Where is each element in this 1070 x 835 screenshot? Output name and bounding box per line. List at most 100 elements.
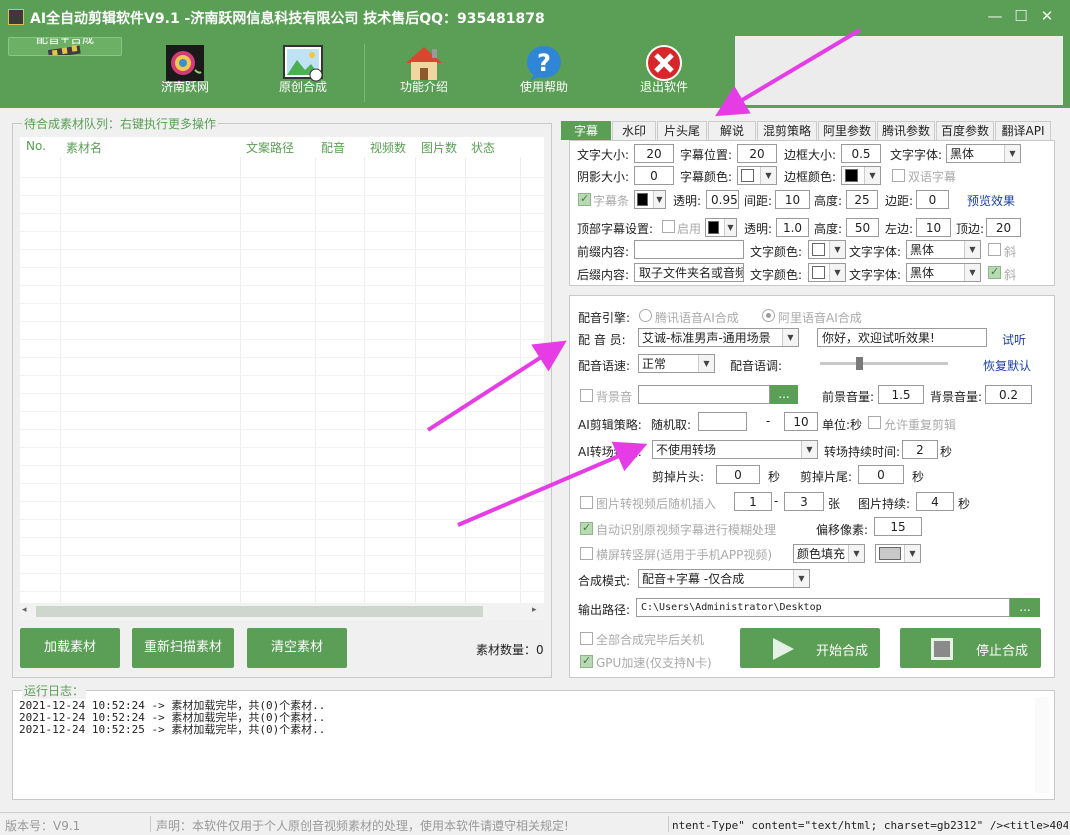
- tab-subtitle[interactable]: 字幕: [561, 121, 611, 140]
- top-opacity-input[interactable]: 1.0: [776, 218, 809, 237]
- bg-volume-input[interactable]: 0.2: [985, 385, 1032, 404]
- shadow-size-input[interactable]: 0: [634, 166, 674, 185]
- subtitle-bar-color-picker[interactable]: ▼: [634, 190, 666, 209]
- font-select[interactable]: 黑体 ▼: [946, 144, 1021, 163]
- top-height-input[interactable]: 50: [846, 218, 879, 237]
- pitch-slider[interactable]: [820, 357, 948, 370]
- table-row-line: [20, 483, 544, 484]
- clear-material-button[interactable]: 清空素材: [247, 628, 347, 668]
- voice-select[interactable]: 艾诚-标准男声-通用场景 ▼: [638, 328, 799, 347]
- engine-tencent-radio[interactable]: [639, 309, 652, 322]
- maximize-button[interactable]: ☐: [1011, 6, 1031, 26]
- bar-opacity-input[interactable]: 0.95: [706, 190, 739, 209]
- chevron-down-icon: ▼: [829, 264, 845, 281]
- bar-height-input[interactable]: 25: [846, 190, 878, 209]
- bgm-path-input[interactable]: [638, 385, 770, 404]
- output-browse-button[interactable]: ...: [1010, 598, 1040, 617]
- image-duration-input[interactable]: 4: [916, 492, 954, 511]
- start-compose-button[interactable]: 开始合成: [740, 628, 880, 668]
- bgm-browse-button[interactable]: ...: [770, 385, 798, 404]
- subtitle-bar-checkbox[interactable]: [578, 192, 591, 206]
- tab-intro-outro[interactable]: 片头尾: [657, 121, 707, 140]
- engine-ali-radio[interactable]: [762, 309, 775, 322]
- font-size-input[interactable]: 20: [634, 144, 674, 163]
- shutdown-checkbox[interactable]: [580, 632, 593, 645]
- toolbar-feature-intro[interactable]: 功能介绍: [367, 37, 481, 103]
- gpu-label: GPU加速(仅支持N卡): [596, 656, 712, 670]
- toolbar-jinan-yuewang[interactable]: 济南跃网: [128, 37, 242, 103]
- scroll-left-arrow[interactable]: ◂: [22, 605, 27, 615]
- image-to-input[interactable]: 3: [784, 492, 824, 511]
- stop-compose-button[interactable]: 停止合成: [900, 628, 1041, 668]
- tab-ali-params[interactable]: 阿里参数: [818, 121, 876, 140]
- pitch-slider-thumb[interactable]: [856, 357, 864, 370]
- table-row-line: [20, 555, 544, 556]
- tab-mix-strategy[interactable]: 混剪策略: [757, 121, 817, 140]
- prefix-font-select[interactable]: 黑体 ▼: [906, 240, 981, 259]
- random-from-input[interactable]: [698, 412, 747, 431]
- auto-blur-checkbox[interactable]: [580, 521, 593, 535]
- output-path-input[interactable]: C:\Users\Administrator\Desktop: [636, 598, 1010, 617]
- listen-link[interactable]: 试听: [1002, 331, 1026, 348]
- suffix-font-select[interactable]: 黑体 ▼: [906, 263, 981, 282]
- subtitle-position-input[interactable]: 20: [737, 144, 777, 163]
- tab-baidu-params[interactable]: 百度参数: [936, 121, 994, 140]
- suffix-input[interactable]: 取子文件夹名或音频: [634, 263, 744, 282]
- close-button[interactable]: ✕: [1037, 6, 1057, 26]
- image-to-video-checkbox[interactable]: [580, 496, 593, 509]
- toolbar-dub-compose[interactable]: 配音+合成: [8, 37, 122, 56]
- fg-volume-input[interactable]: 1.5: [878, 385, 924, 404]
- top-subtitle-enable-checkbox[interactable]: [662, 220, 675, 233]
- random-to-input[interactable]: 10: [784, 412, 818, 431]
- tab-translate-api[interactable]: 翻译API: [995, 121, 1051, 140]
- prefix-italic-checkbox[interactable]: [988, 243, 1001, 256]
- preview-effect-link[interactable]: 预览效果: [967, 192, 1015, 209]
- tab-narration[interactable]: 解说: [708, 121, 756, 140]
- run-log-panel[interactable]: 2021-12-24 10:52:24 -> 素材加载完毕，共(0)个素材.. …: [12, 690, 1055, 800]
- load-material-button[interactable]: 加载素材: [20, 628, 120, 668]
- border-size-input[interactable]: 0.5: [841, 144, 881, 163]
- scroll-right-arrow[interactable]: ▸: [532, 605, 537, 615]
- cut-head-input[interactable]: 0: [716, 465, 760, 484]
- queue-table[interactable]: No. 素材名 文案路径 配音 视频数 图片数 状态: [20, 137, 544, 607]
- fill-mode-select[interactable]: 颜色填充 ▼: [793, 544, 865, 563]
- rescan-material-button[interactable]: 重新扫描素材: [132, 628, 234, 668]
- toolbar-help[interactable]: ? 使用帮助: [487, 37, 601, 103]
- tab-tencent-params[interactable]: 腾讯参数: [877, 121, 935, 140]
- transition-time-input[interactable]: 2: [902, 440, 938, 459]
- subtitle-color-picker[interactable]: ▼: [737, 166, 777, 185]
- transition-select[interactable]: 不使用转场 ▼: [652, 440, 818, 459]
- offset-input[interactable]: 15: [874, 517, 922, 536]
- bar-spacing-input[interactable]: 10: [775, 190, 810, 209]
- fill-color-picker[interactable]: ▼: [875, 544, 921, 563]
- cut-tail-input[interactable]: 0: [858, 465, 904, 484]
- bgm-checkbox[interactable]: [580, 389, 593, 402]
- top-left-input[interactable]: 10: [916, 218, 951, 237]
- queue-horizontal-scrollbar[interactable]: ◂ ▸: [20, 603, 544, 620]
- image-from-input[interactable]: 1: [734, 492, 772, 511]
- toolbar-exit[interactable]: 退出软件: [607, 37, 721, 103]
- top-subtitle-color-picker[interactable]: ▼: [705, 218, 737, 237]
- test-text-input[interactable]: 你好，欢迎试听效果!: [817, 328, 987, 347]
- suffix-color-picker[interactable]: ▼: [808, 263, 846, 282]
- prefix-input[interactable]: [634, 240, 744, 259]
- prefix-color-picker[interactable]: ▼: [808, 240, 846, 259]
- portrait-checkbox[interactable]: [580, 547, 593, 560]
- top-top-input[interactable]: 20: [986, 218, 1021, 237]
- bilingual-checkbox[interactable]: [892, 169, 905, 182]
- log-scrollbar[interactable]: [1035, 697, 1049, 793]
- border-color-picker[interactable]: ▼: [841, 166, 881, 185]
- suffix-italic-checkbox[interactable]: [988, 265, 1001, 279]
- gpu-checkbox[interactable]: [580, 654, 593, 668]
- toolbar-original-compose[interactable]: 原创合成: [246, 37, 360, 103]
- speed-select[interactable]: 正常 ▼: [638, 354, 715, 373]
- tab-watermark[interactable]: 水印: [612, 121, 656, 140]
- reset-default-link[interactable]: 恢复默认: [983, 357, 1031, 374]
- column-video-count: 视频数: [370, 141, 407, 155]
- bar-margin-input[interactable]: 0: [916, 190, 949, 209]
- minimize-button[interactable]: —: [985, 6, 1005, 26]
- scroll-thumb[interactable]: [36, 606, 483, 617]
- table-row-line: [20, 267, 544, 268]
- compose-mode-select[interactable]: 配音+字幕 -仅合成 ▼: [638, 569, 810, 588]
- allow-repeat-checkbox[interactable]: [868, 416, 881, 429]
